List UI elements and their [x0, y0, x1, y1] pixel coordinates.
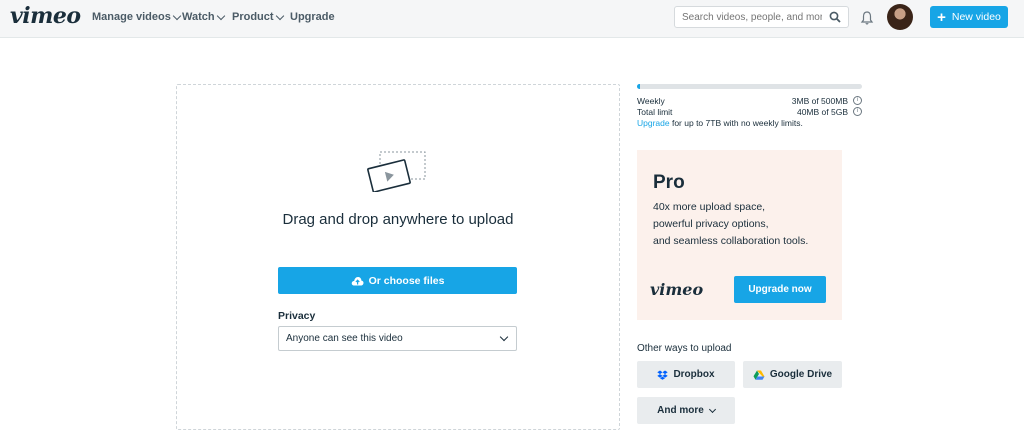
chevron-down-icon	[708, 405, 716, 413]
quota-upgrade-text: for up to 7TB with no weekly limits.	[669, 118, 803, 128]
privacy-select-value: Anyone can see this video	[286, 333, 403, 344]
search-input[interactable]	[682, 12, 822, 23]
total-quota-row: Total limit 40MB of 5GB i	[637, 107, 862, 117]
nav-manage-videos-label: Manage videos	[92, 11, 171, 23]
total-quota-label: Total limit	[637, 107, 673, 117]
upload-dropzone[interactable]	[176, 84, 620, 430]
pro-feature-line: 40x more upload space,	[653, 201, 766, 213]
vimeo-logo[interactable]: vimeo	[10, 3, 81, 29]
other-ways-label: Other ways to upload	[637, 343, 732, 354]
chevron-down-icon	[172, 11, 182, 20]
nav-product[interactable]: Product	[232, 11, 284, 23]
nav-product-label: Product	[232, 11, 274, 23]
top-navigation-bar: vimeo Manage videos Watch Product Upgrad…	[0, 0, 1024, 38]
google-drive-button[interactable]: Google Drive	[743, 361, 842, 388]
weekly-quota-row: Weekly 3MB of 500MB i	[637, 96, 862, 106]
info-icon[interactable]: i	[853, 107, 862, 116]
privacy-select[interactable]: Anyone can see this video	[278, 326, 517, 351]
chevron-down-icon	[216, 11, 225, 20]
nav-watch-label: Watch	[182, 11, 215, 23]
total-quota-value: 40MB of 5GB	[796, 107, 848, 117]
dropbox-button[interactable]: Dropbox	[637, 361, 735, 388]
bell-icon[interactable]	[860, 10, 874, 26]
cloud-upload-icon	[351, 276, 364, 285]
new-video-label: New video	[951, 11, 1001, 23]
nav-upgrade[interactable]: Upgrade	[290, 11, 335, 23]
chevron-down-icon	[499, 332, 509, 342]
plus-icon: +	[937, 8, 946, 26]
and-more-label: And more	[657, 405, 704, 416]
privacy-label: Privacy	[278, 310, 316, 322]
pro-upgrade-card: Pro 40x more upload space, powerful priv…	[637, 150, 842, 320]
upgrade-now-button[interactable]: Upgrade now	[734, 276, 826, 303]
and-more-button[interactable]: And more	[637, 397, 735, 424]
dropbox-icon	[657, 370, 669, 380]
google-drive-label: Google Drive	[769, 369, 833, 380]
pro-feature-line: and seamless collaboration tools.	[653, 235, 809, 247]
info-icon[interactable]: i	[853, 96, 862, 105]
vimeo-logo: vimeo	[650, 280, 704, 299]
video-upload-illustration-icon	[367, 151, 426, 192]
google-drive-icon	[753, 370, 765, 380]
pro-feature-line: powerful privacy options,	[653, 218, 769, 230]
weekly-quota-label: Weekly	[637, 96, 665, 106]
choose-files-button[interactable]: Or choose files	[278, 267, 517, 294]
quota-upgrade-note: Upgrade for up to 7TB with no weekly lim…	[637, 118, 862, 128]
upload-quota-fill	[637, 84, 641, 89]
user-avatar[interactable]	[887, 4, 913, 30]
weekly-quota-value: 3MB of 500MB	[791, 96, 848, 106]
dropbox-label: Dropbox	[673, 369, 715, 380]
pro-card-title: Pro	[653, 172, 685, 193]
nav-upgrade-label: Upgrade	[290, 11, 335, 23]
new-video-button[interactable]: + New video	[930, 6, 1008, 28]
dropzone-title: Drag and drop anywhere to upload	[282, 211, 514, 228]
chevron-down-icon	[275, 11, 284, 20]
nav-watch[interactable]: Watch	[182, 11, 225, 23]
search-box	[674, 6, 849, 28]
upload-quota-bar	[637, 84, 862, 89]
quota-upgrade-link[interactable]: Upgrade	[637, 118, 670, 128]
nav-manage-videos[interactable]: Manage videos	[92, 11, 182, 23]
choose-files-label: Or choose files	[368, 274, 445, 287]
search-icon[interactable]	[829, 11, 841, 23]
